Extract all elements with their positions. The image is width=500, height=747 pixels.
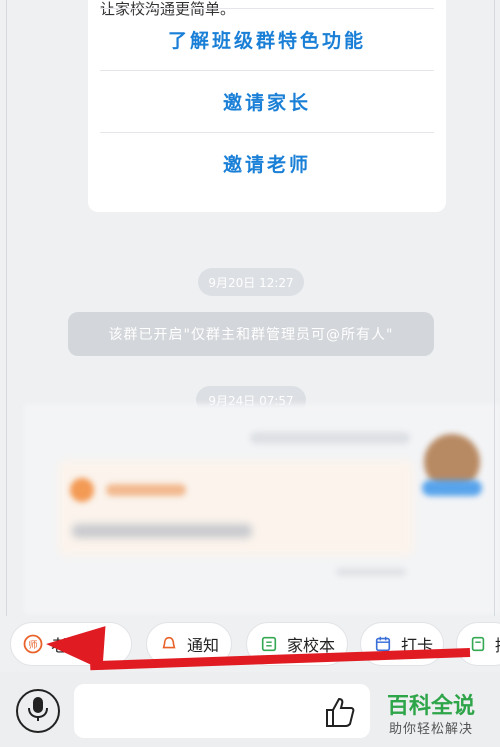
annotation-arrow-head [44, 622, 106, 670]
invite-teachers-link[interactable]: 邀请老师 [100, 132, 434, 194]
like-thumbs-up-icon[interactable] [322, 694, 358, 730]
chip-label: 通知 [187, 636, 220, 655]
timestamp-1: 9月20日 12:27 [198, 268, 304, 296]
blurred-card-footer [336, 568, 406, 576]
blurred-role-badge [422, 480, 482, 496]
teacher-badge-icon: 师 [23, 634, 43, 654]
system-notice: 该群已开启"仅群主和群管理员可@所有人" [68, 312, 434, 356]
class-group-welcome-card: 让家校沟通更简单。 了解班级群特色功能 邀请家长 邀请老师 [88, 0, 446, 212]
chip-relay[interactable]: 接龙 [456, 622, 500, 666]
baike-watermark: 百科全说 助你轻松解决 [372, 688, 490, 740]
voice-input-button[interactable] [16, 689, 60, 733]
watermark-subtitle: 助你轻松解决 [388, 722, 473, 737]
learn-features-link[interactable]: 了解班级群特色功能 [100, 8, 434, 70]
chat-area: 让家校沟通更简单。 了解班级群特色功能 邀请家长 邀请老师 9月20日 12:2… [0, 0, 500, 620]
blurred-message-card[interactable] [58, 460, 414, 556]
list-icon [469, 634, 487, 654]
notebook-icon [259, 634, 279, 654]
chip-label: 接龙 [495, 632, 500, 656]
bell-icon [159, 634, 179, 654]
svg-text:师: 师 [28, 639, 37, 651]
microphone-icon [27, 696, 49, 726]
blurred-sender-name [250, 432, 410, 444]
watermark-title: 百科全说 [386, 694, 475, 719]
invite-parents-link[interactable]: 邀请家长 [100, 70, 434, 132]
blurred-card-icon [70, 478, 94, 502]
blurred-card-text [72, 524, 252, 538]
blurred-card-title [106, 484, 186, 496]
